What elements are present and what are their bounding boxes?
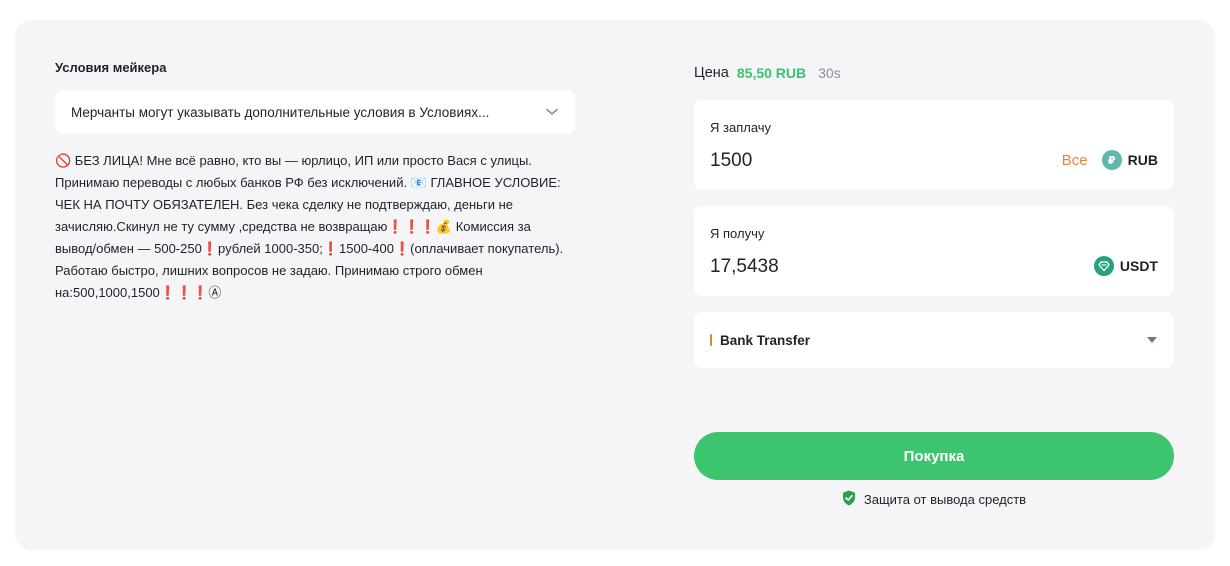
maker-terms-title: Условия мейкера <box>55 60 167 75</box>
trade-form: Цена 85,50 RUB 30s Я заплачу 1500 Все ₽ … <box>694 60 1174 509</box>
receive-currency: USDT <box>1119 258 1158 274</box>
buy-button[interactable]: Покупка <box>694 432 1174 480</box>
receive-amount-card[interactable]: Я получу 17,5438 USDT <box>694 206 1174 296</box>
pay-amount-input[interactable]: 1500 <box>710 150 752 172</box>
price-refresh-timer: 30s <box>818 65 841 81</box>
payment-method-left: Bank Transfer <box>710 333 810 348</box>
payment-method-select[interactable]: Bank Transfer <box>694 312 1174 368</box>
maker-conditions-text: 🚫 БЕЗ ЛИЦА! Мне всё равно, кто вы — юрли… <box>55 153 564 300</box>
order-panel: Условия мейкера Мерчанты могут указывать… <box>15 20 1215 550</box>
receive-currency-group: USDT <box>1093 256 1158 276</box>
maker-terms-section: Условия мейкера Мерчанты могут указывать… <box>55 60 575 304</box>
protection-notice: Защита от вывода средств <box>694 490 1174 509</box>
caret-down-icon <box>1146 331 1158 349</box>
receive-label: Я получу <box>710 226 765 241</box>
receive-amount-input[interactable]: 17,5438 <box>710 256 779 278</box>
usdt-coin-icon <box>1093 256 1114 276</box>
protection-label: Защита от вывода средств <box>863 492 1027 507</box>
price-value: 85,50 RUB <box>736 65 807 81</box>
pay-label: Я заплачу <box>710 120 772 135</box>
price-row: Цена 85,50 RUB 30s <box>694 60 1174 86</box>
price-label: Цена <box>694 65 729 81</box>
payment-method-accent-bar <box>710 334 712 346</box>
pay-currency: RUB <box>1127 152 1158 168</box>
pay-amount-card[interactable]: Я заплачу 1500 Все ₽ RUB <box>694 100 1174 190</box>
payment-method-label: Bank Transfer <box>720 332 811 348</box>
maker-terms-dropdown-text: Мерчанты могут указывать дополнительные … <box>71 104 490 120</box>
rub-coin-icon: ₽ <box>1101 150 1122 170</box>
shield-check-icon <box>842 490 856 509</box>
maker-terms-dropdown[interactable]: Мерчанты могут указывать дополнительные … <box>55 90 575 134</box>
chevron-down-icon <box>545 105 559 119</box>
all-button[interactable]: Все <box>1062 152 1088 169</box>
pay-currency-group: Все ₽ RUB <box>1062 150 1158 170</box>
